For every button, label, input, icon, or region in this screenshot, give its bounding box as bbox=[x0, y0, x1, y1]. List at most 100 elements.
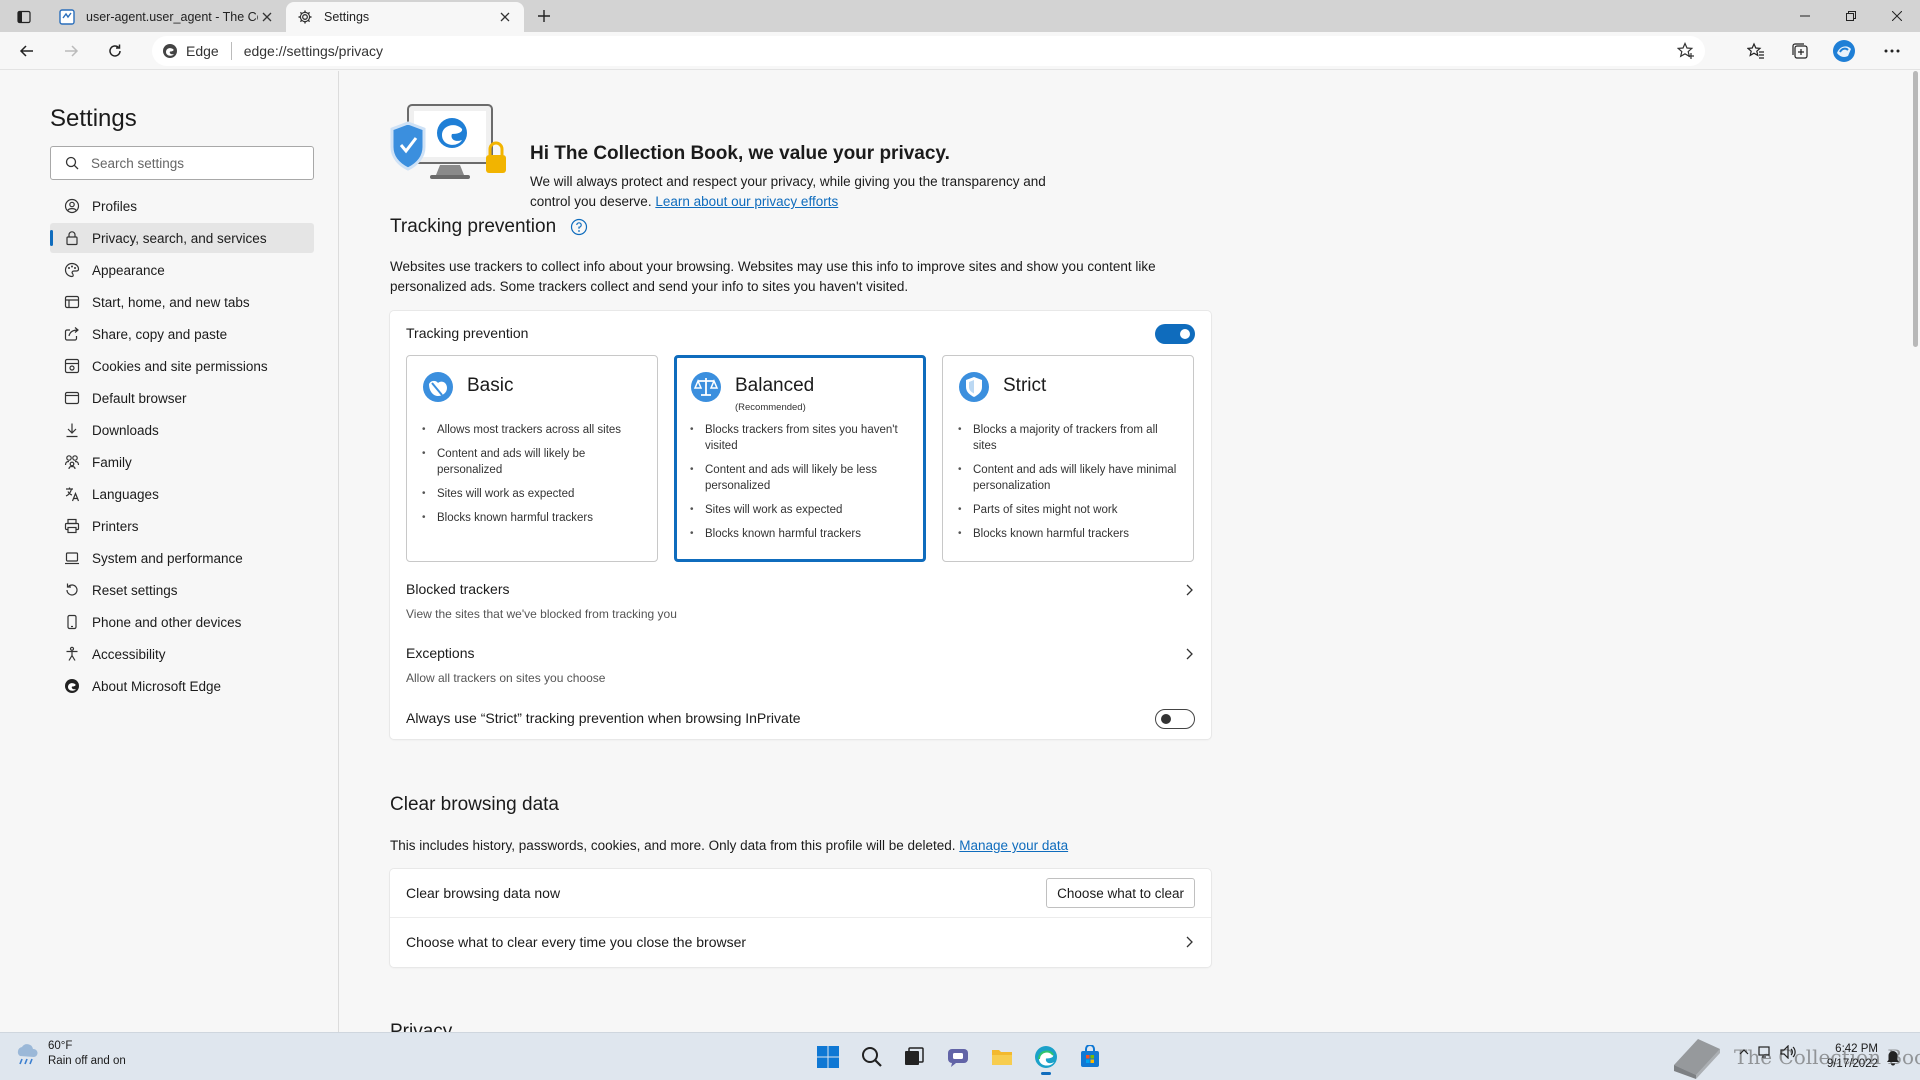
tracking-option-strict[interactable]: Strict Blocks a majority of trackers fro… bbox=[942, 355, 1194, 562]
weather-temp: 60°F bbox=[48, 1040, 73, 1052]
teams-chat-button[interactable] bbox=[942, 1041, 974, 1073]
tab-title: Settings bbox=[324, 10, 370, 24]
sidebar-item-profiles[interactable]: Profiles bbox=[50, 191, 314, 221]
sidebar-item-start-home[interactable]: Start, home, and new tabs bbox=[50, 287, 314, 317]
sidebar-item-about[interactable]: About Microsoft Edge bbox=[50, 671, 314, 701]
option-name: Basic bbox=[467, 375, 514, 396]
blocked-trackers-row[interactable]: Blocked trackers View the sites that we'… bbox=[390, 573, 1211, 633]
chevron-up-icon[interactable] bbox=[1738, 1046, 1750, 1058]
tracking-option-balanced[interactable]: Balanced (Recommended) Blocks trackers f… bbox=[674, 355, 926, 562]
sidebar-item-cookies[interactable]: Cookies and site permissions bbox=[50, 351, 314, 381]
profile-button[interactable] bbox=[1828, 36, 1860, 66]
notification-bell-icon[interactable] bbox=[1886, 1050, 1900, 1066]
privacy-efforts-link[interactable]: Learn about our privacy efforts bbox=[655, 194, 838, 209]
phone-icon bbox=[64, 614, 80, 630]
option-bullets: Blocks a majority of trackers from all s… bbox=[958, 422, 1183, 550]
close-window-button[interactable] bbox=[1874, 0, 1920, 32]
tab-settings[interactable]: Settings bbox=[286, 2, 524, 32]
network-icon[interactable] bbox=[1758, 1045, 1772, 1059]
tab-strip: user-agent.user_agent - The Coll Setting… bbox=[0, 0, 1920, 32]
inprivate-strict-toggle[interactable] bbox=[1155, 709, 1195, 729]
home-tabs-icon bbox=[64, 294, 80, 310]
option-bullet: Content and ads will likely have minimal… bbox=[958, 462, 1183, 494]
tracking-toggle-label: Tracking prevention bbox=[406, 325, 529, 341]
sidebar-item-languages[interactable]: Languages bbox=[50, 479, 314, 509]
toggle-knob bbox=[1161, 714, 1171, 724]
clock[interactable]: 6:42 PM 9/17/2022 bbox=[1812, 1042, 1878, 1072]
rain-cloud-icon bbox=[17, 1044, 38, 1065]
clock-time: 6:42 PM bbox=[1835, 1043, 1878, 1055]
tab-actions-button[interactable] bbox=[10, 5, 38, 29]
toolbar: Edge edge://settings/privacy bbox=[0, 32, 1920, 70]
manage-data-link[interactable]: Manage your data bbox=[959, 838, 1068, 853]
close-tab-icon[interactable] bbox=[496, 8, 514, 26]
sidebar-item-label: Accessibility bbox=[92, 646, 166, 662]
new-tab-button[interactable] bbox=[530, 4, 558, 28]
tracking-heading: Tracking prevention bbox=[390, 216, 588, 238]
option-bullet: Sites will work as expected bbox=[690, 502, 915, 518]
minimize-button[interactable] bbox=[1782, 0, 1828, 32]
file-explorer-button[interactable] bbox=[986, 1041, 1018, 1073]
sidebar-item-privacy[interactable]: Privacy, search, and services bbox=[50, 223, 314, 253]
add-favorite-icon[interactable] bbox=[1677, 42, 1695, 60]
site-identity-label[interactable]: Edge bbox=[186, 43, 219, 59]
sidebar-item-family[interactable]: Family bbox=[50, 447, 314, 477]
sidebar-item-downloads[interactable]: Downloads bbox=[50, 415, 314, 445]
tab-user-agent[interactable]: user-agent.user_agent - The Coll bbox=[48, 2, 286, 32]
volume-icon[interactable] bbox=[1780, 1045, 1796, 1059]
blocked-trackers-subtitle: View the sites that we've blocked from t… bbox=[406, 607, 677, 621]
sidebar-item-printers[interactable]: Printers bbox=[50, 511, 314, 541]
sidebar-item-label: Phone and other devices bbox=[92, 614, 242, 630]
weather-desc: Rain off and on bbox=[48, 1055, 126, 1067]
exceptions-row[interactable]: Exceptions Allow all trackers on sites y… bbox=[390, 637, 1211, 697]
clear-on-close-row[interactable]: Choose what to clear every time you clos… bbox=[390, 918, 1211, 967]
url-text[interactable]: edge://settings/privacy bbox=[244, 43, 383, 59]
tracking-option-basic[interactable]: Basic Allows most trackers across all si… bbox=[406, 355, 658, 562]
chevron-right-icon bbox=[1186, 648, 1193, 660]
taskbar-search-button[interactable] bbox=[856, 1041, 888, 1073]
close-tab-icon[interactable] bbox=[258, 8, 276, 26]
edge-logo-icon bbox=[163, 44, 177, 58]
chevron-right-icon bbox=[1186, 584, 1193, 596]
strict-shield-icon bbox=[959, 372, 989, 402]
sidebar-item-phone[interactable]: Phone and other devices bbox=[50, 607, 314, 637]
store-button[interactable] bbox=[1074, 1041, 1106, 1073]
search-input[interactable] bbox=[91, 155, 291, 171]
folder-icon bbox=[992, 1050, 1012, 1065]
help-icon[interactable] bbox=[570, 218, 588, 236]
tracking-toggle[interactable] bbox=[1155, 324, 1195, 344]
option-bullet: Content and ads will likely be personali… bbox=[422, 446, 647, 478]
edge-taskbar-button[interactable] bbox=[1030, 1041, 1062, 1075]
sidebar-item-accessibility[interactable]: Accessibility bbox=[50, 639, 314, 669]
settings-title: Settings bbox=[50, 105, 137, 132]
sidebar-item-label: Languages bbox=[92, 486, 159, 502]
chevron-right-icon bbox=[1186, 936, 1193, 948]
more-menu-button[interactable] bbox=[1876, 36, 1908, 66]
choose-what-to-clear-button[interactable]: Choose what to clear bbox=[1046, 878, 1195, 908]
address-bar[interactable]: Edge edge://settings/privacy bbox=[152, 36, 1705, 66]
scrollbar[interactable] bbox=[1910, 71, 1920, 1032]
weather-widget[interactable]: 60°F Rain off and on bbox=[14, 1039, 126, 1069]
sidebar-item-default-browser[interactable]: Default browser bbox=[50, 383, 314, 413]
refresh-button[interactable] bbox=[100, 36, 130, 66]
back-button[interactable] bbox=[12, 36, 42, 66]
chat-icon bbox=[948, 1049, 968, 1067]
address-divider bbox=[230, 42, 232, 60]
search-box[interactable] bbox=[50, 146, 314, 180]
option-bullet: Content and ads will likely be less pers… bbox=[690, 462, 915, 494]
settings-sidebar: Settings Profiles Privacy, search, and s… bbox=[0, 71, 339, 1032]
sidebar-item-appearance[interactable]: Appearance bbox=[50, 255, 314, 285]
restore-button[interactable] bbox=[1828, 0, 1874, 32]
family-icon bbox=[64, 454, 80, 470]
search-icon bbox=[862, 1047, 882, 1067]
sidebar-item-system[interactable]: System and performance bbox=[50, 543, 314, 573]
sidebar-item-share-copy-paste[interactable]: Share, copy and paste bbox=[50, 319, 314, 349]
sidebar-item-reset[interactable]: Reset settings bbox=[50, 575, 314, 605]
collections-button[interactable] bbox=[1784, 36, 1816, 66]
scrollbar-thumb[interactable] bbox=[1913, 71, 1918, 347]
start-button[interactable] bbox=[812, 1041, 844, 1073]
task-view-button[interactable] bbox=[898, 1041, 930, 1073]
forward-button[interactable] bbox=[56, 36, 86, 66]
avatar bbox=[1833, 40, 1855, 62]
favorites-button[interactable] bbox=[1740, 36, 1772, 66]
